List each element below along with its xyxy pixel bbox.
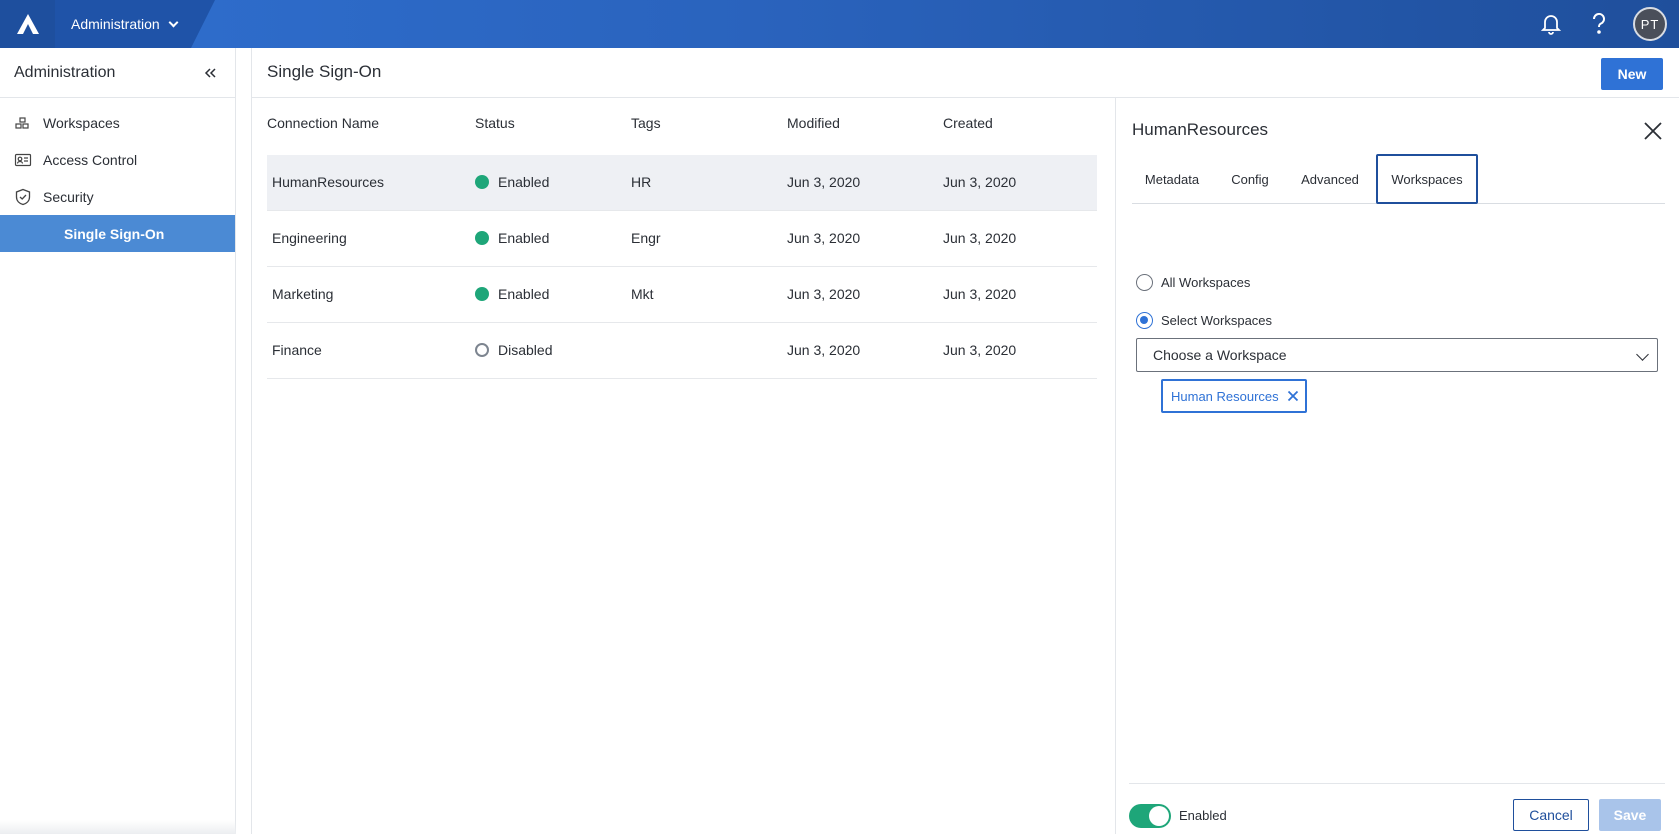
connection-name: Engineering bbox=[272, 230, 347, 246]
table-row[interactable]: HumanResources Enabled HR Jun 3, 2020 Ju… bbox=[267, 155, 1097, 211]
toggle-label: Enabled bbox=[1179, 808, 1227, 823]
status-enabled-icon bbox=[475, 175, 489, 189]
bell-icon[interactable] bbox=[1537, 10, 1565, 38]
toggle-knob bbox=[1149, 806, 1169, 826]
top-bar-actions: PT bbox=[1537, 0, 1667, 48]
column-header-created[interactable]: Created bbox=[943, 115, 993, 131]
connection-name: Finance bbox=[272, 342, 322, 358]
created-cell: Jun 3, 2020 bbox=[943, 230, 1017, 246]
sidebar-title: Administration bbox=[14, 63, 116, 81]
sidebar-item-workspaces[interactable]: Workspaces bbox=[0, 104, 235, 141]
sidebar-item-label: Single Sign-On bbox=[64, 225, 165, 242]
page-title: Single Sign-On bbox=[267, 62, 382, 81]
radio-label: Select Workspaces bbox=[1161, 313, 1273, 328]
column-header-status[interactable]: Status bbox=[475, 115, 515, 131]
logo-icon[interactable] bbox=[0, 0, 55, 48]
status-text: Disabled bbox=[498, 342, 553, 358]
tab-workspaces[interactable]: Workspaces bbox=[1376, 154, 1478, 204]
table-body: HumanResources Enabled HR Jun 3, 2020 Ju… bbox=[267, 155, 1097, 379]
panel-tabs: Metadata Config Advanced Workspaces bbox=[1132, 154, 1665, 204]
sidebar-item-security[interactable]: Security bbox=[0, 178, 235, 215]
tab-advanced[interactable]: Advanced bbox=[1288, 154, 1372, 204]
radio-button[interactable] bbox=[1136, 274, 1153, 291]
workspaces-icon bbox=[14, 114, 32, 132]
table-row[interactable]: Marketing Enabled Mkt Jun 3, 2020 Jun 3,… bbox=[267, 267, 1097, 323]
workspace-chip: Human Resources bbox=[1161, 379, 1307, 413]
sidebar-bottom-fade bbox=[0, 820, 236, 834]
column-header-modified[interactable]: Modified bbox=[787, 115, 840, 131]
status-disabled-icon bbox=[475, 343, 489, 357]
radio-label: All Workspaces bbox=[1161, 275, 1251, 290]
new-button[interactable]: New bbox=[1601, 58, 1663, 90]
enabled-toggle[interactable] bbox=[1129, 804, 1171, 828]
tags-cell: HR bbox=[631, 174, 652, 190]
shield-icon bbox=[14, 188, 32, 206]
collapse-sidebar-icon[interactable] bbox=[201, 64, 219, 82]
save-button[interactable]: Save bbox=[1599, 799, 1661, 831]
tab-config[interactable]: Config bbox=[1216, 154, 1284, 204]
help-icon[interactable] bbox=[1585, 10, 1613, 38]
tags-cell: Engr bbox=[631, 230, 661, 246]
status-enabled-icon bbox=[475, 231, 489, 245]
sidebar-header: Administration bbox=[0, 48, 235, 98]
avatar[interactable]: PT bbox=[1633, 7, 1667, 41]
modified-cell: Jun 3, 2020 bbox=[787, 342, 861, 358]
close-icon[interactable] bbox=[1642, 120, 1664, 142]
workspace-select[interactable]: Choose a Workspace bbox=[1136, 338, 1658, 372]
modified-cell: Jun 3, 2020 bbox=[787, 230, 861, 246]
chevron-down-icon bbox=[168, 17, 179, 27]
table-row[interactable]: Engineering Enabled Engr Jun 3, 2020 Jun… bbox=[267, 211, 1097, 267]
panel-title: HumanResources bbox=[1132, 120, 1269, 139]
created-cell: Jun 3, 2020 bbox=[943, 174, 1017, 190]
created-cell: Jun 3, 2020 bbox=[943, 342, 1017, 358]
connection-name: Marketing bbox=[272, 286, 334, 302]
column-header-connection-name[interactable]: Connection Name bbox=[267, 115, 379, 131]
table-header: Connection Name Status Tags Modified Cre… bbox=[267, 115, 1097, 135]
column-header-tags[interactable]: Tags bbox=[631, 115, 661, 131]
sidebar-item-access-control[interactable]: Access Control bbox=[0, 141, 235, 178]
status-text: Enabled bbox=[498, 174, 550, 190]
connections-table: Connection Name Status Tags Modified Cre… bbox=[252, 98, 1116, 834]
app-switcher-label: Administration bbox=[71, 16, 160, 32]
radio-all-workspaces[interactable]: All Workspaces bbox=[1136, 274, 1250, 291]
remove-chip-icon[interactable] bbox=[1287, 390, 1299, 402]
table-row[interactable]: Finance Disabled Jun 3, 2020 Jun 3, 2020 bbox=[267, 323, 1097, 379]
app-switcher[interactable]: Administration bbox=[55, 0, 215, 48]
tags-cell: Mkt bbox=[631, 286, 654, 302]
status-text: Enabled bbox=[498, 286, 550, 302]
chevron-down-icon bbox=[1636, 348, 1649, 361]
workspace-chip-label: Human Resources bbox=[1171, 388, 1279, 404]
radio-button[interactable] bbox=[1136, 312, 1153, 329]
modified-cell: Jun 3, 2020 bbox=[787, 286, 861, 302]
sidebar: Administration Workspaces Access Control bbox=[0, 48, 236, 834]
status-text: Enabled bbox=[498, 230, 550, 246]
status-enabled-icon bbox=[475, 287, 489, 301]
sidebar-nav: Workspaces Access Control Security Singl… bbox=[0, 98, 235, 252]
main-header: Single Sign-On New bbox=[252, 48, 1679, 98]
sidebar-item-label: Security bbox=[43, 188, 94, 205]
main-content: Single Sign-On New Connection Name Statu… bbox=[251, 48, 1679, 834]
sidebar-item-single-sign-on[interactable]: Single Sign-On bbox=[0, 215, 235, 252]
detail-panel: HumanResources Metadata Config Advanced … bbox=[1117, 98, 1679, 834]
cancel-button[interactable]: Cancel bbox=[1513, 799, 1589, 831]
sidebar-item-label: Access Control bbox=[43, 151, 138, 168]
id-card-icon bbox=[14, 151, 32, 169]
created-cell: Jun 3, 2020 bbox=[943, 286, 1017, 302]
panel-footer: Enabled Cancel Save bbox=[1129, 783, 1665, 834]
top-bar: Administration PT bbox=[0, 0, 1679, 48]
sidebar-item-label: Workspaces bbox=[43, 114, 120, 131]
connection-name: HumanResources bbox=[272, 174, 385, 190]
modified-cell: Jun 3, 2020 bbox=[787, 174, 861, 190]
tab-metadata[interactable]: Metadata bbox=[1132, 154, 1212, 204]
workspace-select-placeholder: Choose a Workspace bbox=[1153, 347, 1287, 363]
radio-select-workspaces[interactable]: Select Workspaces bbox=[1136, 312, 1272, 329]
